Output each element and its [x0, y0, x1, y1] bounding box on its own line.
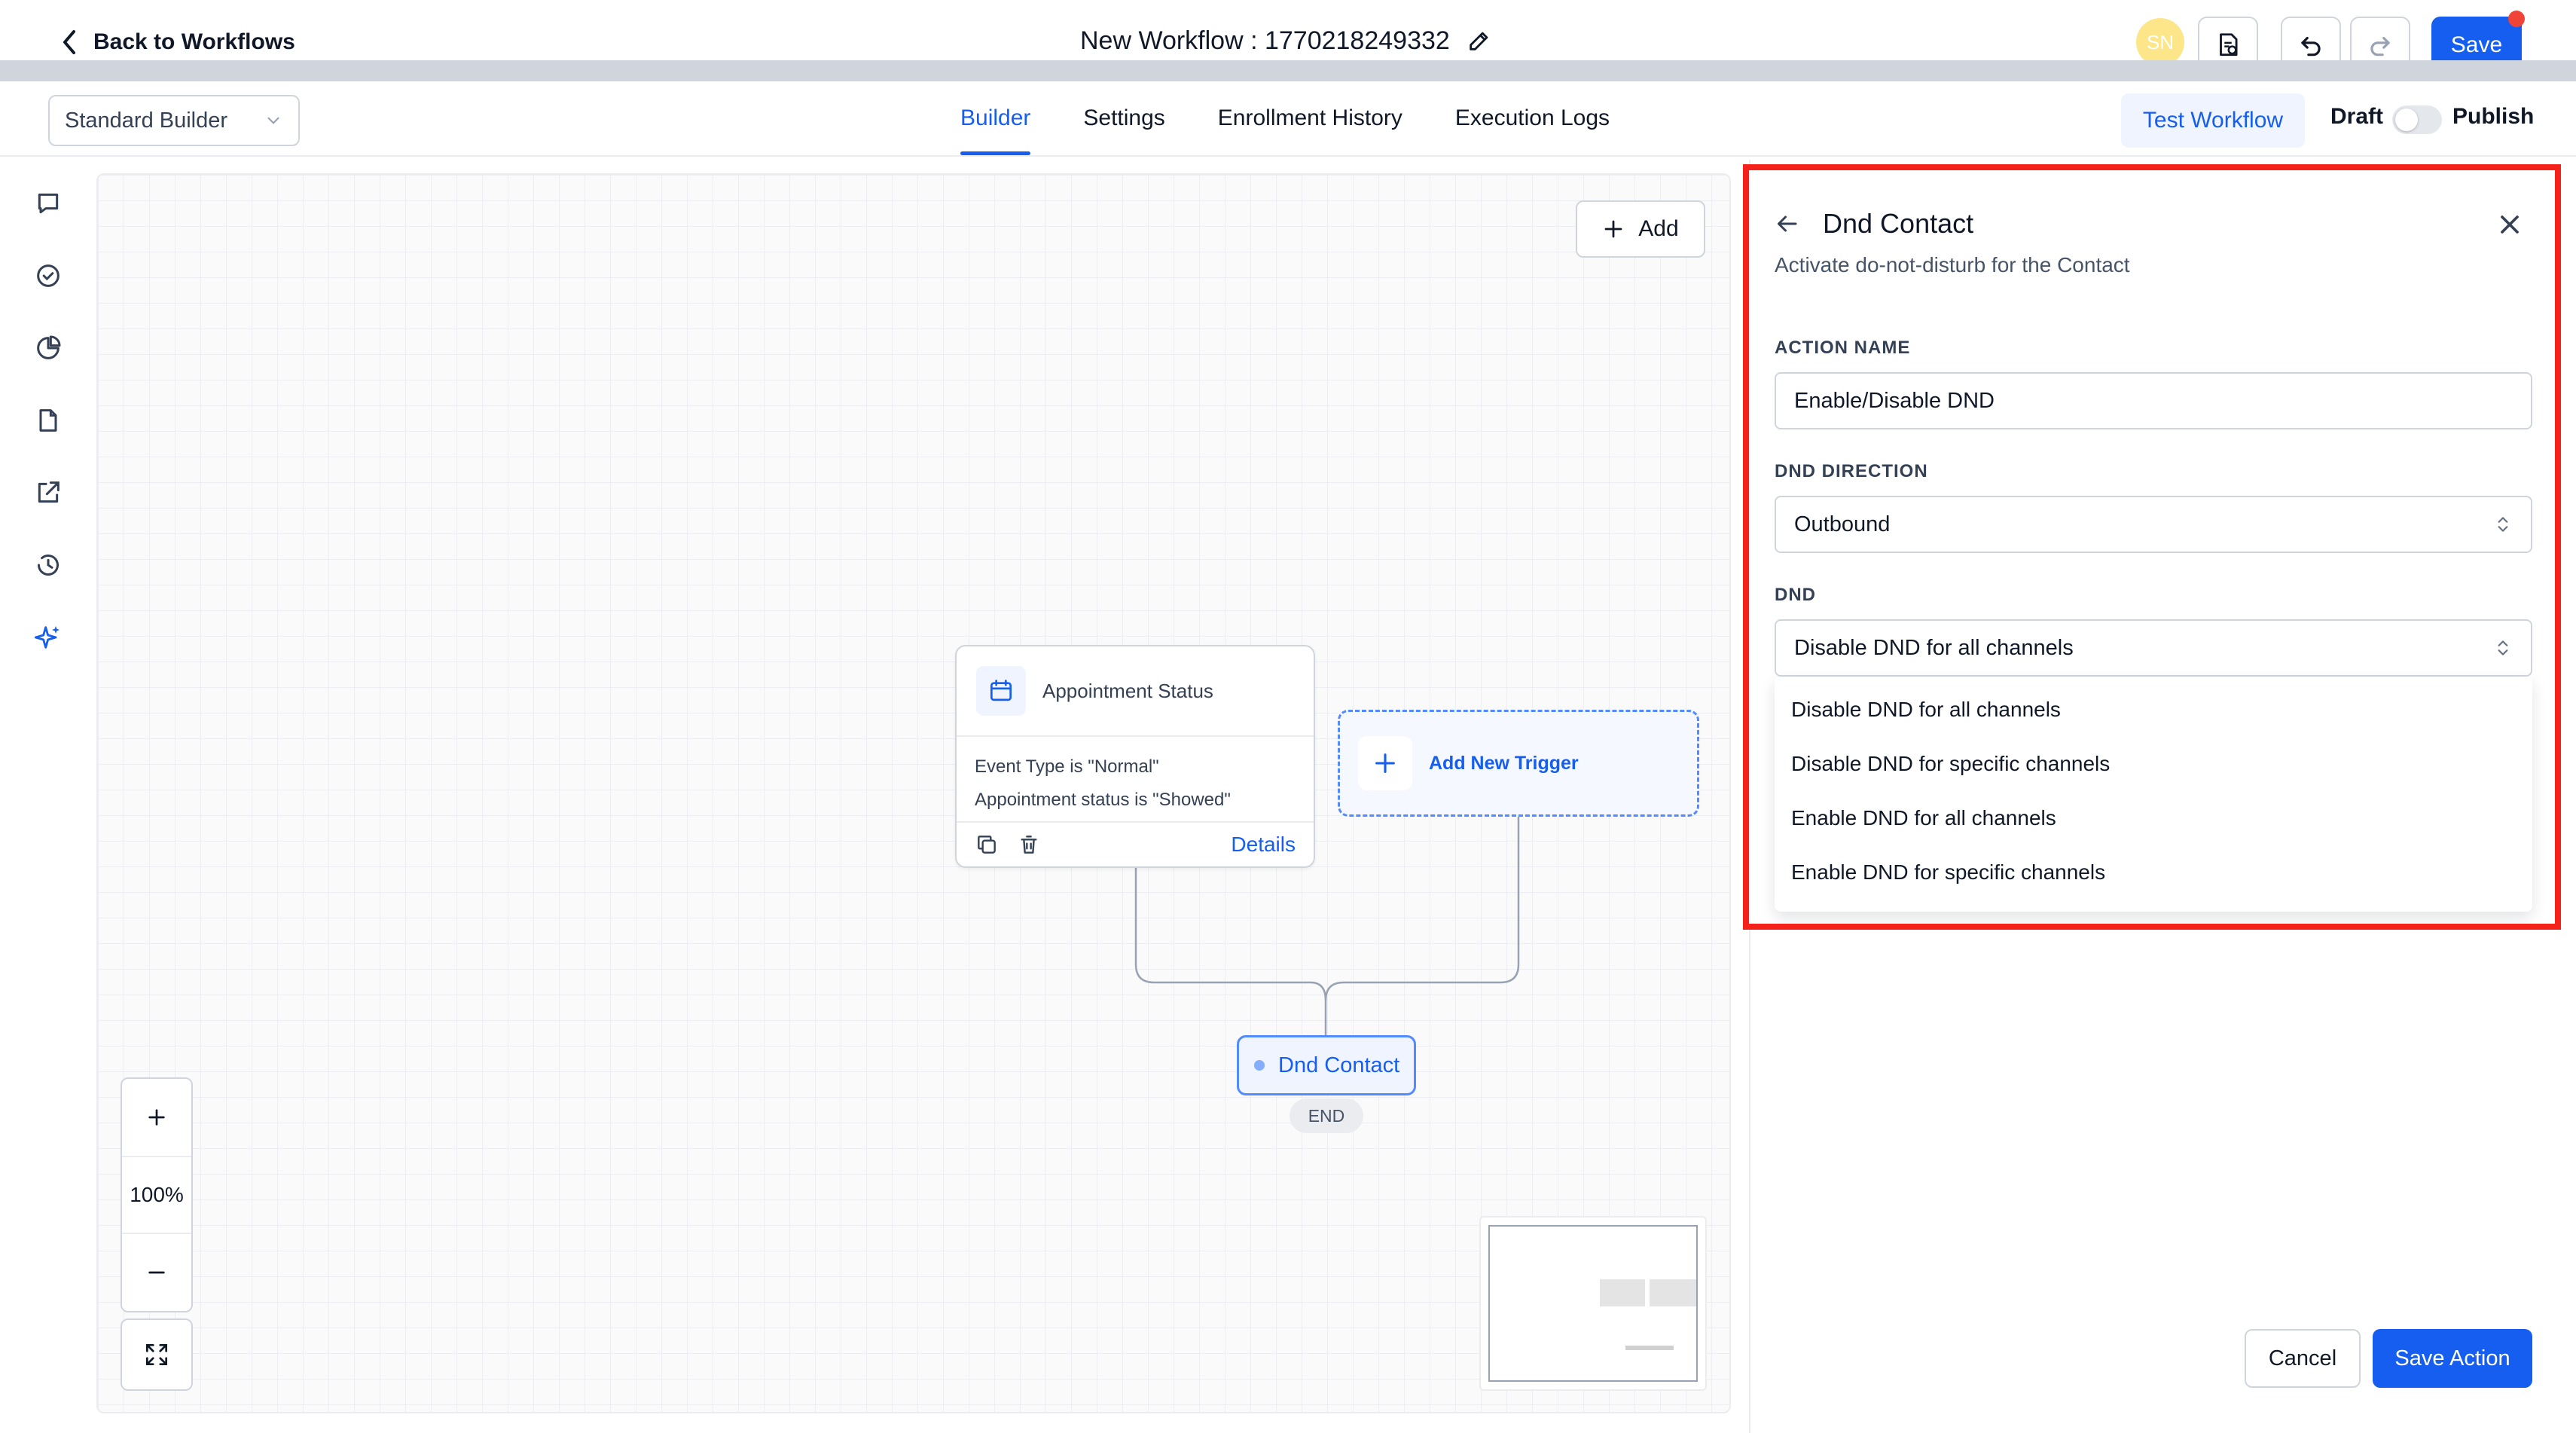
builder-mode-select[interactable]: Standard Builder	[48, 95, 300, 146]
dnd-label: DND	[1775, 585, 1816, 605]
minus-icon	[148, 1271, 165, 1274]
pie-chart-icon	[37, 335, 61, 359]
builder-toolbar: Standard Builder Builder Settings Enroll…	[0, 81, 2576, 157]
document-check-icon	[2220, 33, 2238, 57]
dnd-dropdown-menu: Disable DND for all channels Disable DND…	[1775, 677, 2532, 912]
plus-icon	[148, 1109, 165, 1126]
tab-enrollment-history[interactable]: Enrollment History	[1192, 81, 1429, 155]
rail-tasks[interactable]	[30, 258, 66, 294]
zoom-controls: 100%	[121, 1077, 193, 1312]
plus-icon	[1375, 753, 1395, 773]
add-trigger-plus-box	[1358, 736, 1412, 790]
external-link-icon	[38, 481, 60, 503]
rail-external[interactable]	[30, 475, 66, 511]
rail-history[interactable]	[30, 547, 66, 583]
check-circle-icon	[37, 264, 60, 287]
chevron-down-icon	[267, 117, 279, 124]
dnd-select-value: Disable DND for all channels	[1794, 635, 2074, 660]
details-link[interactable]: Details	[1231, 833, 1296, 857]
dnd-option[interactable]: Enable DND for specific channels	[1775, 845, 2532, 900]
header-divider	[0, 60, 2576, 81]
chevron-up-down-icon	[2498, 517, 2508, 532]
pencil-icon[interactable]	[1467, 28, 1492, 53]
panel-subtitle: Activate do-not-disturb for the Contact	[1775, 253, 2130, 277]
chevron-left-icon	[63, 30, 75, 54]
publish-toggle[interactable]	[2392, 105, 2442, 134]
add-new-trigger-label: Add New Trigger	[1429, 752, 1579, 774]
action-name-label: ACTION NAME	[1775, 338, 1911, 358]
avatar[interactable]: SN	[2136, 18, 2184, 66]
sparkle-icon	[34, 626, 60, 649]
trigger-title: Appointment Status	[1042, 679, 1213, 702]
tab-execution-logs[interactable]: Execution Logs	[1429, 81, 1636, 155]
trigger-condition: Appointment status is "Showed"	[975, 790, 1231, 810]
workflow-title-text: New Workflow : 1770218249332	[1080, 26, 1450, 55]
trigger-conditions: Event Type is "Normal" Appointment statu…	[957, 737, 1314, 817]
draft-label: Draft	[2330, 104, 2384, 129]
expand-icon	[145, 1343, 168, 1366]
minimap-nodes	[1600, 1279, 1696, 1350]
zoom-level: 100%	[122, 1156, 191, 1234]
minimap[interactable]	[1479, 1216, 1707, 1391]
dnd-direction-value: Outbound	[1794, 512, 1891, 536]
dnd-direction-label: DND DIRECTION	[1775, 461, 1928, 481]
add-new-trigger-button[interactable]: Add New Trigger	[1338, 710, 1699, 817]
history-icon	[38, 555, 59, 576]
left-rail	[0, 158, 96, 1433]
dnd-direction-select[interactable]: Outbound	[1775, 496, 2532, 553]
action-name-value: Enable/Disable DND	[1794, 388, 1995, 413]
tab-settings[interactable]: Settings	[1057, 81, 1191, 155]
back-label: Back to Workflows	[93, 29, 295, 54]
top-header: Back to Workflows New Workflow : 1770218…	[0, 0, 2576, 74]
rail-analytics[interactable]	[30, 330, 66, 366]
cancel-button[interactable]: Cancel	[2245, 1329, 2361, 1388]
trigger-card[interactable]: Appointment Status Event Type is "Normal…	[955, 645, 1315, 868]
notification-dot	[2508, 11, 2525, 27]
undo-icon	[2301, 36, 2321, 57]
end-pill: END	[1290, 1098, 1363, 1133]
duplicate-icon[interactable]	[975, 833, 999, 857]
trash-icon[interactable]	[1017, 833, 1041, 857]
calendar-icon	[990, 680, 1012, 701]
close-icon[interactable]	[2495, 209, 2525, 240]
rail-chat[interactable]	[30, 185, 66, 222]
back-to-workflows-link[interactable]: Back to Workflows	[59, 27, 295, 57]
plus-icon	[1604, 220, 1622, 238]
tab-builder[interactable]: Builder	[934, 81, 1057, 155]
redo-icon	[2370, 36, 2390, 57]
dnd-option[interactable]: Disable DND for specific channels	[1775, 737, 2532, 791]
publish-label: Publish	[2452, 104, 2535, 129]
action-node-dot	[1254, 1060, 1265, 1071]
zoom-in-button[interactable]	[122, 1079, 191, 1156]
add-label: Add	[1638, 216, 1679, 241]
zoom-out-button[interactable]	[122, 1234, 191, 1311]
workflow-tabs: Builder Settings Enrollment History Exec…	[934, 81, 1636, 155]
trigger-icon-box	[976, 666, 1026, 716]
rail-ai[interactable]	[30, 619, 66, 655]
panel-title: Dnd Contact	[1823, 208, 1974, 239]
dnd-select[interactable]: Disable DND for all channels	[1775, 619, 2532, 677]
action-node-dnd-contact[interactable]: Dnd Contact	[1237, 1035, 1416, 1095]
trigger-card-footer: Details	[957, 821, 1314, 866]
test-workflow-button[interactable]: Test Workflow	[2121, 93, 2305, 148]
action-name-input[interactable]: Enable/Disable DND	[1775, 372, 2532, 429]
chevron-up-down-icon	[2498, 640, 2508, 655]
action-node-label: Dnd Contact	[1278, 1053, 1400, 1077]
dnd-option[interactable]: Enable DND for all channels	[1775, 791, 2532, 845]
save-action-button[interactable]: Save Action	[2373, 1329, 2532, 1388]
trigger-card-header: Appointment Status	[957, 646, 1314, 737]
fit-view-button[interactable]	[121, 1318, 193, 1391]
workflow-title: New Workflow : 1770218249332	[1080, 23, 1492, 59]
dnd-option[interactable]: Disable DND for all channels	[1775, 683, 2532, 737]
panel-header: Dnd Contact	[1773, 208, 1973, 240]
chat-icon	[38, 193, 59, 214]
rail-documents[interactable]	[30, 402, 66, 438]
add-button[interactable]: Add	[1576, 200, 1705, 258]
document-icon	[39, 409, 57, 432]
arrow-left-icon[interactable]	[1773, 210, 1800, 237]
builder-mode-value: Standard Builder	[65, 108, 228, 133]
trigger-condition: Event Type is "Normal"	[975, 756, 1159, 777]
